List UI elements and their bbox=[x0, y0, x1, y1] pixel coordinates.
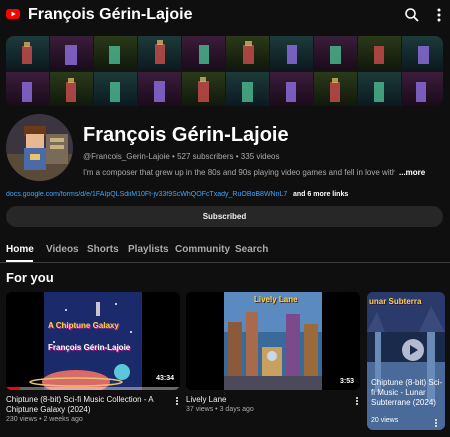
tab-playlists[interactable]: Playlists bbox=[128, 244, 169, 255]
video-menu-icon[interactable] bbox=[433, 418, 439, 430]
youtube-logo-icon[interactable] bbox=[6, 9, 20, 19]
tab-home[interactable]: Home bbox=[6, 244, 34, 255]
channel-links: docs.google.com/forms/d/e/1FAIpQLSdiiM10… bbox=[6, 191, 446, 198]
top-bar: François Gérin-Lajoie bbox=[0, 0, 450, 30]
watch-progress-fill bbox=[6, 387, 20, 390]
tab-community[interactable]: Community bbox=[175, 244, 230, 255]
active-tab-indicator bbox=[6, 260, 33, 262]
video-meta: 37 views • 3 days ago bbox=[186, 406, 254, 413]
video-menu-icon[interactable] bbox=[174, 396, 180, 408]
video-title[interactable]: Chiptune (8-bit) Sci-fi Music - Lunar Su… bbox=[371, 378, 443, 408]
channel-banner bbox=[6, 36, 443, 106]
video-title[interactable]: Chiptune (8-bit) Sci-fi Music Collection… bbox=[6, 395, 164, 415]
video-thumbnail[interactable]: unar Subterra Chiptune (8-bit) Sci-fi Mu… bbox=[367, 292, 445, 430]
more-links-link[interactable]: and 6 more links bbox=[293, 191, 348, 198]
tab-videos[interactable]: Videos bbox=[46, 244, 79, 255]
channel-link[interactable]: docs.google.com/forms/d/e/1FAIpQLSdiiM10… bbox=[6, 191, 287, 198]
thumbnail-artist-text: François Gérin-Lajoie bbox=[48, 343, 131, 352]
watch-progress-bar bbox=[6, 387, 180, 390]
video-title[interactable]: Lively Lane bbox=[186, 395, 344, 405]
tab-search[interactable]: Search bbox=[235, 244, 268, 255]
channel-avatar[interactable] bbox=[6, 114, 73, 181]
video-duration: 43:34 bbox=[154, 374, 176, 383]
more-vert-icon[interactable] bbox=[431, 7, 447, 23]
channel-meta: @Francois_Gerin-Lajoie • 527 subscribers… bbox=[83, 152, 280, 161]
video-thumbnail[interactable]: A Chiptune Galaxy François Gérin-Lajoie … bbox=[6, 292, 180, 390]
video-menu-icon[interactable] bbox=[354, 396, 360, 408]
thumbnail-title-text: unar Subterra bbox=[369, 297, 422, 306]
channel-tabs: Home Videos Shorts Playlists Community S… bbox=[0, 236, 450, 263]
search-icon[interactable] bbox=[404, 7, 420, 23]
thumbnail-title-text: A Chiptune Galaxy bbox=[48, 321, 119, 330]
thumbnail-title-text: Lively Lane bbox=[254, 295, 298, 304]
subscribed-button[interactable]: Subscribed bbox=[6, 206, 443, 227]
channel-name: François Gérin-Lajoie bbox=[83, 124, 289, 146]
channel-description[interactable]: I'm a composer that grew up in the 80s a… bbox=[83, 168, 395, 177]
section-title: For you bbox=[6, 270, 54, 285]
video-meta: 20 views bbox=[371, 417, 399, 424]
page-title: François Gérin-Lajoie bbox=[28, 6, 193, 23]
description-more-link[interactable]: ...more bbox=[399, 168, 425, 177]
tab-shorts[interactable]: Shorts bbox=[87, 244, 119, 255]
video-duration: 3:53 bbox=[337, 377, 356, 386]
video-meta: 230 views • 2 weeks ago bbox=[6, 416, 83, 423]
video-thumbnail[interactable]: Lively Lane 3:53 bbox=[186, 292, 360, 390]
